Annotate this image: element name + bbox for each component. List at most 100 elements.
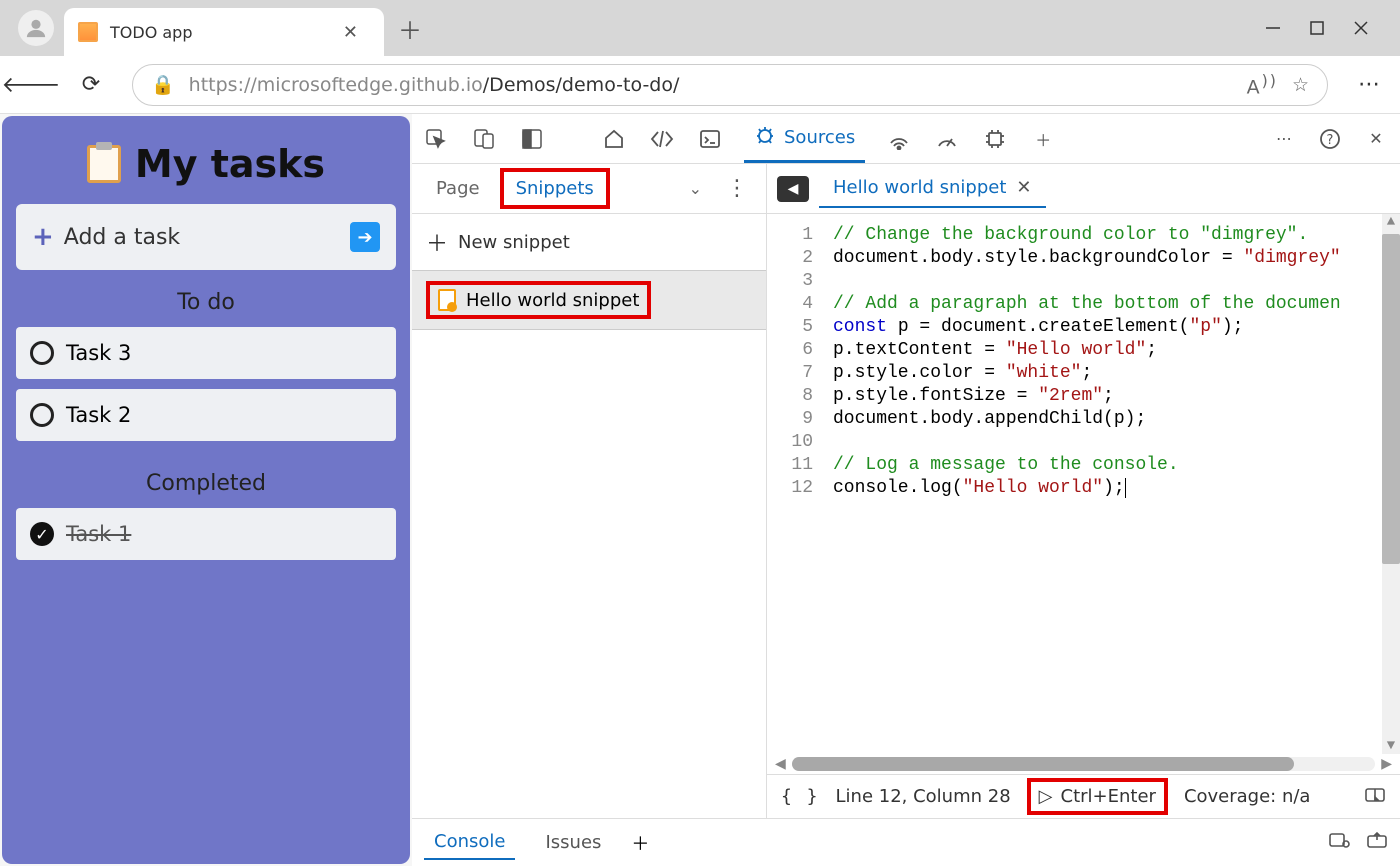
new-tab-button[interactable]: ＋ — [384, 11, 436, 46]
sources-tab-label: Sources — [784, 127, 855, 148]
devtools-drawer: Console Issues ＋ — [412, 818, 1400, 866]
vertical-scrollbar[interactable]: ▲ ▼ — [1382, 214, 1400, 754]
browser-tab[interactable]: TODO app ✕ — [64, 8, 384, 56]
snippet-file-icon — [438, 289, 456, 311]
memory-tab-icon[interactable] — [981, 125, 1009, 153]
devtools-close-button[interactable]: ✕ — [1362, 125, 1390, 153]
app-title: My tasks — [135, 142, 325, 186]
task-checkbox[interactable] — [30, 403, 54, 427]
browser-window: TODO app ✕ ＋ 🡐 ⟳ 🔒 https://microsoftedge… — [0, 0, 1400, 866]
cursor-position: Line 12, Column 28 — [836, 786, 1011, 807]
snippets-tab[interactable]: Snippets — [500, 168, 610, 209]
task-label: Task 1 — [66, 522, 131, 546]
back-button[interactable]: 🡐 — [12, 66, 50, 104]
titlebar: TODO app ✕ ＋ — [0, 0, 1400, 56]
editor-tabbar: ◀ Hello world snippet ✕ — [767, 164, 1400, 214]
app-header: My tasks — [16, 130, 396, 204]
address-bar[interactable]: 🔒 https://microsoftedge.github.io/Demos/… — [132, 64, 1328, 106]
completed-section-label: Completed — [16, 451, 396, 508]
task-checkbox[interactable] — [30, 341, 54, 365]
scroll-thumb[interactable] — [1382, 234, 1400, 564]
toggle-navigator-button[interactable]: ◀ — [777, 176, 809, 202]
snippet-list-item[interactable]: Hello world snippet — [412, 270, 766, 330]
address-toolbar: 🡐 ⟳ 🔒 https://microsoftedge.github.io/De… — [0, 56, 1400, 114]
refresh-button[interactable]: ⟳ — [72, 66, 110, 104]
horizontal-scrollbar[interactable]: ◀ ▶ — [767, 754, 1400, 774]
profile-avatar[interactable] — [18, 10, 54, 46]
dock-side-icon[interactable] — [518, 125, 546, 153]
todo-section-label: To do — [16, 270, 396, 327]
task-item[interactable]: ✓ Task 1 — [16, 508, 396, 560]
elements-tab-icon[interactable] — [648, 125, 676, 153]
performance-tab-icon[interactable] — [933, 125, 961, 153]
add-task-label: Add a task — [64, 225, 180, 250]
task-label: Task 2 — [66, 403, 131, 427]
help-icon[interactable]: ? — [1316, 125, 1344, 153]
console-tab-icon[interactable] — [696, 125, 724, 153]
task-item[interactable]: Task 2 — [16, 389, 396, 441]
console-drawer-tab[interactable]: Console — [424, 825, 515, 860]
pretty-print-button[interactable]: { } — [781, 786, 820, 807]
navigator-pane: Page Snippets ⌄ ⋮ ＋ New snippet Hello wo… — [412, 164, 767, 818]
run-shortcut-label: Ctrl+Enter — [1061, 786, 1156, 807]
devtools-menu-button[interactable]: ⋯ — [1270, 125, 1298, 153]
inspect-icon[interactable] — [422, 125, 450, 153]
welcome-tab-icon[interactable] — [600, 125, 628, 153]
line-gutter: 123456789101112 — [767, 214, 823, 754]
submit-task-button[interactable]: ➔ — [350, 222, 380, 252]
plus-icon: ＋ — [426, 226, 448, 258]
page-tab[interactable]: Page — [424, 172, 492, 205]
clipboard-icon — [87, 145, 121, 183]
app-pane: My tasks + Add a task ➔ To do Task 3 Tas… — [2, 116, 410, 864]
new-snippet-label: New snippet — [458, 232, 570, 253]
drawer-add-tab[interactable]: ＋ — [631, 830, 649, 856]
window-controls — [1264, 19, 1392, 37]
sources-row: Page Snippets ⌄ ⋮ ＋ New snippet Hello wo… — [412, 164, 1400, 818]
editor-tab-close[interactable]: ✕ — [1016, 177, 1031, 198]
run-snippet-button[interactable]: ▷ Ctrl+Enter — [1027, 778, 1168, 815]
device-emulation-icon[interactable] — [470, 125, 498, 153]
maximize-button[interactable] — [1308, 19, 1326, 37]
new-snippet-button[interactable]: ＋ New snippet — [412, 214, 766, 270]
tab-title: TODO app — [110, 23, 335, 42]
snippet-name: Hello world snippet — [466, 290, 639, 311]
minimize-button[interactable] — [1264, 19, 1282, 37]
editor-status-bar: { } Line 12, Column 28 ▷ Ctrl+Enter Cove… — [767, 774, 1400, 818]
task-label: Task 3 — [66, 341, 131, 365]
lock-icon: 🔒 — [151, 73, 175, 96]
devtools-tabbar: Sources ＋ ⋯ ? ✕ — [412, 114, 1400, 164]
window-close-button[interactable] — [1352, 19, 1370, 37]
play-icon: ▷ — [1039, 786, 1053, 807]
favorite-icon[interactable]: ☆ — [1292, 74, 1309, 96]
navigator-menu-button[interactable]: ⋮ — [720, 176, 754, 201]
more-tabs-button[interactable]: ＋ — [1029, 125, 1057, 153]
issues-drawer-tab[interactable]: Issues — [535, 826, 611, 859]
navigator-overflow-button[interactable]: ⌄ — [679, 179, 712, 198]
network-tab-icon[interactable] — [885, 125, 913, 153]
bug-icon — [754, 124, 776, 151]
sources-tab[interactable]: Sources — [744, 114, 865, 163]
tab-favicon — [78, 22, 98, 42]
tab-close-button[interactable]: ✕ — [335, 18, 366, 47]
svg-text:?: ? — [1327, 133, 1334, 148]
navigator-tabs: Page Snippets ⌄ ⋮ — [412, 164, 766, 214]
editor-pane: ◀ Hello world snippet ✕ 123456789101112 … — [767, 164, 1400, 818]
editor-tab-label: Hello world snippet — [833, 177, 1006, 198]
code-content[interactable]: // Change the background color to "dimgr… — [823, 214, 1382, 754]
coverage-status: Coverage: n/a — [1184, 786, 1311, 807]
drawer-expand-icon[interactable] — [1366, 831, 1388, 854]
editor-tab[interactable]: Hello world snippet ✕ — [819, 169, 1046, 208]
drawer-issues-icon[interactable] — [1328, 831, 1350, 854]
url-path: /Demos/demo-to-do/ — [483, 74, 680, 96]
devtools-panel: Sources ＋ ⋯ ? ✕ Page Snippets — [412, 114, 1400, 866]
add-task-input[interactable]: + Add a task ➔ — [16, 204, 396, 270]
task-item[interactable]: Task 3 — [16, 327, 396, 379]
plus-icon: + — [32, 222, 54, 252]
task-checkbox-checked[interactable]: ✓ — [30, 522, 54, 546]
read-aloud-icon[interactable]: A)) — [1247, 71, 1278, 98]
content-row: My tasks + Add a task ➔ To do Task 3 Tas… — [0, 114, 1400, 866]
source-map-icon[interactable] — [1364, 785, 1386, 808]
code-editor[interactable]: 123456789101112 // Change the background… — [767, 214, 1400, 754]
scroll-thumb[interactable] — [792, 757, 1294, 771]
browser-menu-button[interactable]: ⋯ — [1350, 66, 1388, 104]
